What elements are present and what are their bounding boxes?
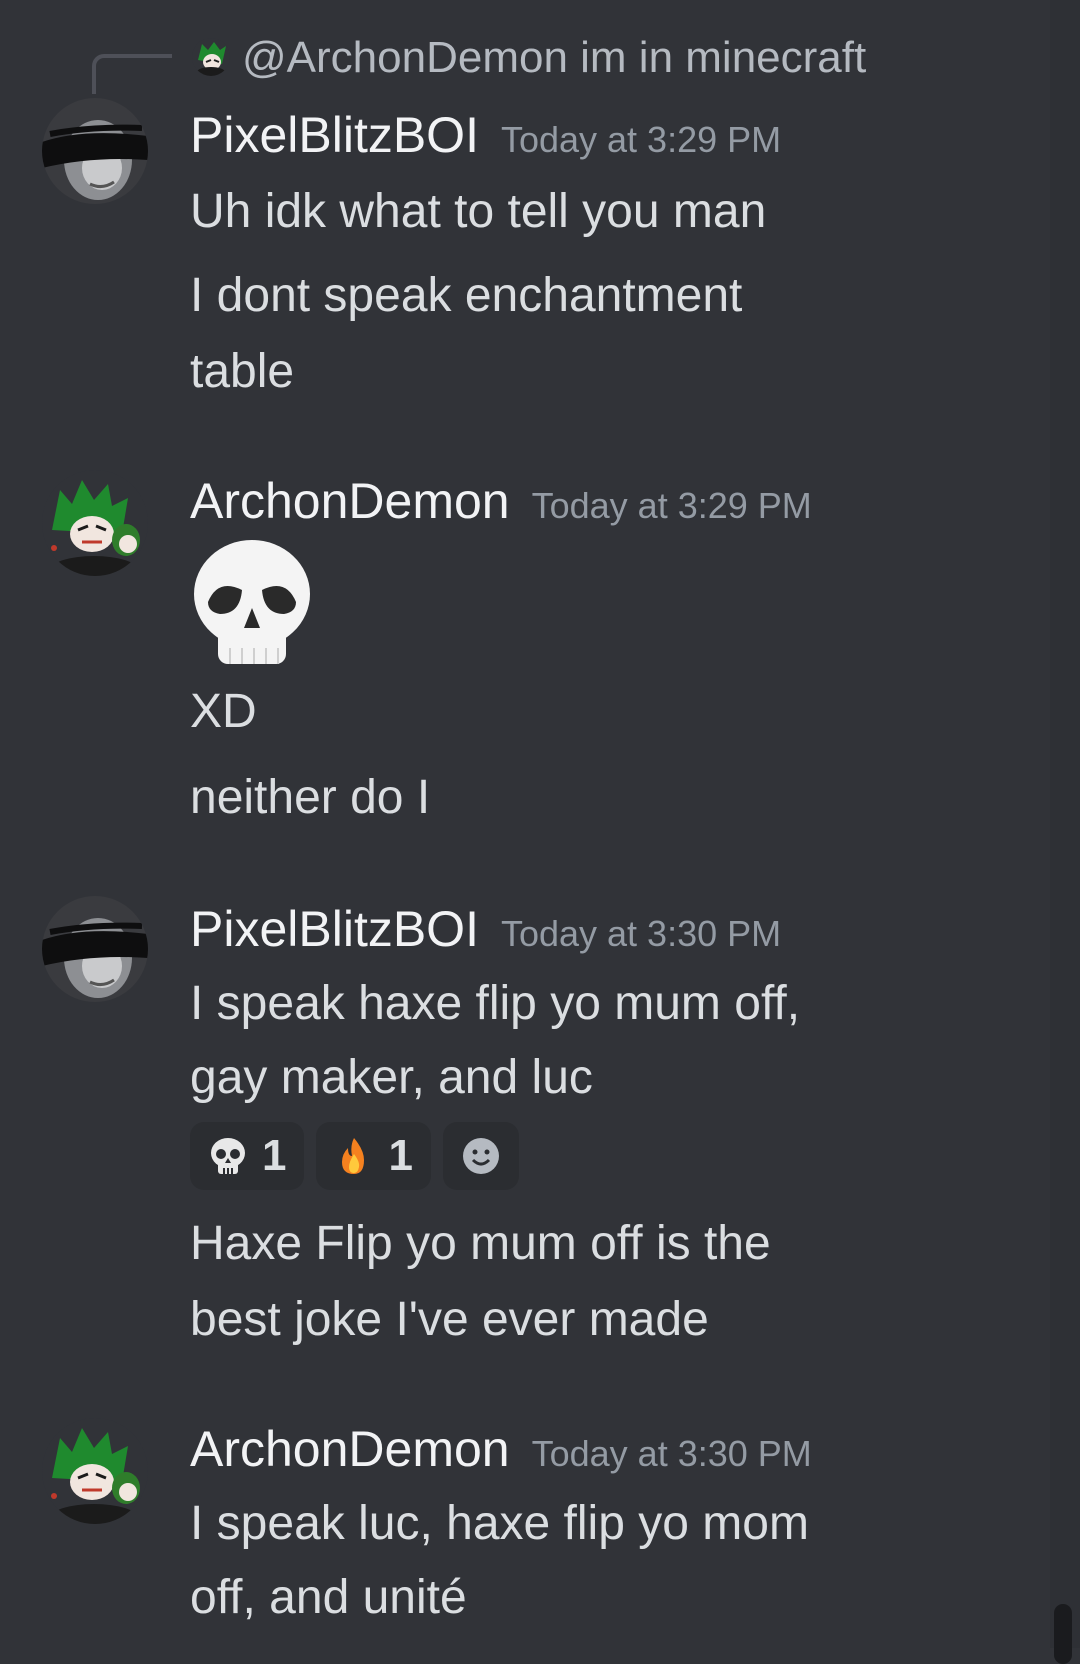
- username[interactable]: ArchonDemon: [190, 1421, 510, 1477]
- skull-icon: [211, 1138, 245, 1174]
- timestamp[interactable]: Today at 3:30 PM: [501, 913, 781, 954]
- fire-icon: [342, 1138, 365, 1174]
- message-text: I dont speak enchantment: [190, 269, 743, 322]
- message-text: Uh idk what to tell you man: [190, 185, 767, 238]
- username[interactable]: PixelBlitzBOI: [190, 107, 479, 163]
- message-header: PixelBlitzBOI Today at 3:29 PM: [190, 104, 781, 166]
- message-text: neither do I: [190, 771, 431, 824]
- reaction-count: 1: [262, 1131, 287, 1180]
- avatar[interactable]: [42, 1418, 148, 1524]
- message-header: ArchonDemon Today at 3:30 PM: [190, 1418, 812, 1480]
- avatar[interactable]: [42, 470, 148, 576]
- reaction-fire[interactable]: 1: [316, 1122, 431, 1190]
- skull-emoji: [194, 540, 310, 664]
- message-text: gay maker, and luc: [190, 1051, 593, 1104]
- timestamp[interactable]: Today at 3:29 PM: [532, 485, 812, 526]
- message-text: XD: [190, 685, 257, 738]
- smiley-icon: [462, 1138, 499, 1174]
- avatar[interactable]: [42, 896, 148, 1002]
- username[interactable]: PixelBlitzBOI: [190, 901, 479, 957]
- add-reaction-button[interactable]: [442, 1122, 519, 1190]
- reply-text: @ArchonDemon im in minecraft: [242, 30, 866, 86]
- reply-connector: [92, 54, 172, 94]
- message-text: off, and unité: [190, 1571, 467, 1624]
- message-text: Haxe Flip yo mum off is the: [190, 1217, 771, 1270]
- message-header: ArchonDemon Today at 3:29 PM: [190, 470, 812, 532]
- message-text: I speak luc, haxe flip yo mom: [190, 1497, 809, 1550]
- reactions-bar: 1 1: [190, 1122, 519, 1190]
- scrollbar-track[interactable]: [1050, 0, 1080, 1664]
- timestamp[interactable]: Today at 3:30 PM: [532, 1433, 812, 1474]
- reaction-skull[interactable]: 1: [190, 1122, 305, 1190]
- avatar[interactable]: [42, 98, 148, 204]
- chat-messages: @ArchonDemon im in minecraft PixelBlitzB…: [0, 0, 1050, 1648]
- username[interactable]: ArchonDemon: [190, 473, 510, 529]
- scrollbar-thumb[interactable]: [1054, 1604, 1072, 1664]
- reaction-count: 1: [388, 1131, 413, 1180]
- message-text: I speak haxe flip yo mum off,: [190, 977, 801, 1030]
- message-header: PixelBlitzBOI Today at 3:30 PM: [190, 898, 781, 960]
- message-text: best joke I've ever made: [190, 1293, 709, 1346]
- message-text: table: [190, 345, 295, 398]
- reply-avatar[interactable]: [192, 38, 230, 76]
- timestamp[interactable]: Today at 3:29 PM: [501, 119, 781, 160]
- reply-content: im in minecraft: [580, 33, 867, 82]
- reply-preview[interactable]: @ArchonDemon im in minecraft: [92, 30, 992, 94]
- reply-mention[interactable]: @ArchonDemon: [242, 33, 568, 82]
